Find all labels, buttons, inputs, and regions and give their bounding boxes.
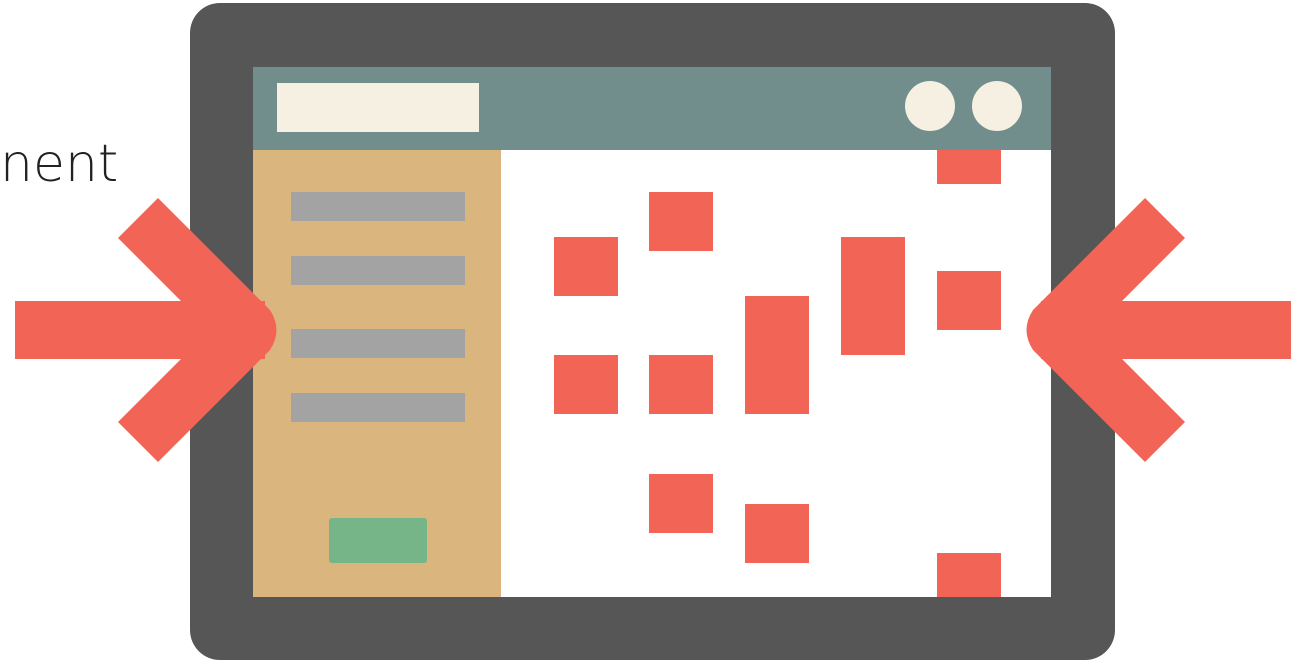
search-field-placeholder[interactable] [277,83,479,132]
sidebar-menu-item-2[interactable] [291,256,465,285]
content-tile [554,355,618,414]
content-tile [745,296,809,355]
content-tile [937,150,1001,184]
content-tile [841,296,905,355]
arrow-pointing-left-icon [1026,198,1291,462]
sidebar-menu-item-3[interactable] [291,329,465,358]
topbar-circle-button-1[interactable] [905,81,955,131]
arrow-pointing-right-icon [15,198,277,462]
content-tile [649,474,713,533]
content-tile [649,192,713,251]
content-tile [937,553,1001,597]
sidebar [253,150,501,597]
app-screen [253,67,1051,597]
sidebar-action-button[interactable] [329,518,427,563]
top-bar [253,67,1051,150]
content-tile [745,504,809,563]
content-tile [937,271,1001,330]
content-tile [841,237,905,296]
sidebar-menu-item-4[interactable] [291,393,465,422]
content-tile [649,355,713,414]
content-tile [554,237,618,296]
sidebar-menu-item-1[interactable] [291,192,465,221]
content-area [501,150,1051,597]
content-tile [745,355,809,414]
illustration-stage: nent [0,0,1291,660]
